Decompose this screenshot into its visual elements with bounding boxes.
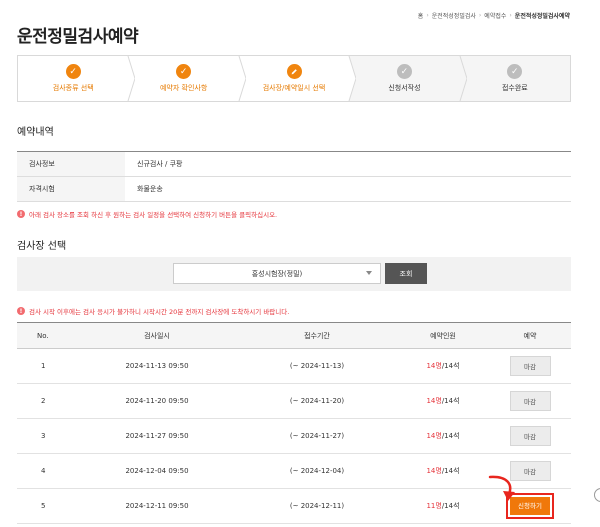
step-label: 검사종류 선택 — [52, 84, 94, 92]
step-2: ✓ 예약자 확인사항 — [128, 56, 246, 101]
table-header-row: No. 검사일시 접수기간 예약인원 예약 — [17, 322, 571, 349]
col-header-action: 예약 — [489, 322, 571, 349]
alert-icon: ! — [17, 307, 25, 315]
cell-booked: 14명/14석 — [397, 453, 489, 489]
step-divider-icon — [231, 56, 246, 101]
curved-arrow-icon — [488, 475, 515, 501]
row-key: 검사정보 — [17, 151, 125, 177]
step-1: ✓ 검사종류 선택 — [18, 56, 136, 101]
breadcrumb-separator-icon: › — [478, 12, 482, 19]
breadcrumb-current: 운전적성정밀검사예약 — [514, 13, 570, 20]
cell-booked: 11명/14석 — [397, 488, 489, 524]
capacity: /14석 — [441, 432, 460, 440]
booked-count: 14명 — [426, 432, 442, 440]
cell-action: 마감 — [489, 383, 571, 419]
floating-circle-icon[interactable] — [594, 488, 600, 502]
site-notice: ! 검사 시작 이후에는 검사 응시가 불가하니 시작시간 20분 전까지 검사… — [17, 306, 289, 316]
capacity: /14석 — [441, 362, 460, 370]
check-icon: ✓ — [396, 64, 412, 79]
col-header-period: 접수기간 — [237, 322, 397, 349]
closed-button[interactable]: 마감 — [509, 426, 551, 446]
table-row: 3 2024-11-27 09:50 (~ 2024-11-27) 14명/14… — [17, 418, 571, 454]
table-row: 2 2024-11-20 09:50 (~ 2024-11-20) 14명/14… — [17, 383, 571, 419]
cell-action: 마감 — [489, 348, 571, 384]
site-section-title: 검사장 선택 — [17, 241, 67, 252]
breadcrumb-item[interactable]: 예약접수 — [484, 11, 506, 20]
page-title: 운전정밀검사예약 — [17, 27, 139, 47]
progress-steps: ✓ 검사종류 선택 ✓ 예약자 확인사항 검사장/예약일시 선택 ✓ 신청서작성… — [17, 55, 571, 102]
step-divider-icon — [121, 56, 136, 101]
table-row: 1 2024-11-13 09:50 (~ 2024-11-13) 14명/14… — [17, 348, 571, 384]
cell-period: (~ 2024-11-13) — [237, 348, 397, 384]
cell-booked: 14명/14석 — [397, 348, 489, 384]
step-label: 예약자 확인사항 — [159, 84, 208, 92]
booked-count: 14명 — [426, 467, 442, 475]
check-icon: ✓ — [65, 64, 81, 79]
step-label: 접수완료 — [501, 84, 528, 92]
cell-datetime: 2024-12-11 09:50 — [77, 488, 237, 524]
check-icon: ✓ — [507, 64, 523, 79]
booked-count: 11명 — [426, 502, 442, 510]
notice-text: 아래 검사 장소를 조회 하신 후 원하는 검사 일정을 선택하여 신청하기 버… — [29, 211, 278, 219]
step-3: 검사장/예약일시 선택 — [238, 56, 357, 101]
breadcrumb-separator-icon: › — [426, 12, 429, 19]
notice-text: 검사 시작 이후에는 검사 응시가 불가하니 시작시간 20분 전까지 검사장에… — [29, 308, 290, 316]
cell-datetime: 2024-11-27 09:50 — [77, 418, 237, 454]
booked-count: 14명 — [426, 362, 442, 370]
reservation-table: 검사정보 신규검사 / 쿠팡 자격시험 화물운송 — [17, 151, 571, 202]
site-select-value: 홍성시험장(정밀) — [251, 269, 303, 278]
cell-no: 4 — [17, 453, 77, 489]
step-divider-icon — [342, 56, 357, 101]
table-row: 자격시험 화물운송 — [17, 176, 571, 202]
cell-no: 5 — [17, 488, 77, 524]
cell-booked: 14명/14석 — [397, 383, 489, 419]
cell-no: 1 — [17, 348, 77, 384]
breadcrumb: 홈 › 운전적성정밀검사 › 예약접수 › 운전적성정밀검사예약 — [418, 11, 570, 20]
row-value: 화물운송 — [125, 176, 571, 202]
cell-period: (~ 2024-12-11) — [237, 488, 397, 524]
row-key: 자격시험 — [17, 176, 125, 202]
cell-period: (~ 2024-12-04) — [237, 453, 397, 489]
col-header-datetime: 검사일시 — [77, 322, 237, 349]
closed-button[interactable]: 마감 — [509, 356, 551, 376]
step-label: 검사장/예약일시 선택 — [262, 84, 326, 92]
breadcrumb-item[interactable]: 운전적성정밀검사 — [432, 11, 476, 20]
cell-datetime: 2024-12-04 09:50 — [77, 453, 237, 489]
cell-booked: 14명/14석 — [397, 418, 489, 454]
cell-datetime: 2024-11-20 09:50 — [77, 383, 237, 419]
cell-no: 3 — [17, 418, 77, 454]
col-header-no: No. — [17, 322, 77, 349]
alert-icon: ! — [17, 210, 25, 218]
pencil-icon — [286, 64, 302, 79]
breadcrumb-separator-icon: › — [509, 12, 512, 19]
step-4: ✓ 신청서작성 — [349, 56, 467, 101]
table-row: 검사정보 신규검사 / 쿠팡 — [17, 151, 571, 177]
step-label: 신청서작성 — [388, 84, 421, 92]
site-select[interactable]: 홍성시험장(정밀) — [173, 263, 381, 284]
capacity: /14석 — [441, 397, 460, 405]
capacity: /14석 — [441, 502, 460, 510]
cell-no: 2 — [17, 383, 77, 419]
col-header-booked: 예약인원 — [397, 322, 489, 349]
closed-button[interactable]: 마감 — [509, 391, 551, 411]
check-icon: ✓ — [176, 64, 192, 79]
cell-period: (~ 2024-11-27) — [237, 418, 397, 454]
search-bar: 홍성시험장(정밀) 조회 — [17, 257, 571, 291]
capacity: /14석 — [441, 467, 460, 475]
search-button[interactable]: 조회 — [385, 263, 427, 284]
chevron-down-icon — [366, 271, 372, 275]
reservation-notice: ! 아래 검사 장소를 조회 하신 후 원하는 검사 일정을 선택하여 신청하기… — [17, 209, 277, 219]
reservation-section-title: 예약내역 — [17, 127, 54, 138]
cell-datetime: 2024-11-13 09:50 — [77, 348, 237, 384]
cell-period: (~ 2024-11-20) — [237, 383, 397, 419]
step-divider-icon — [452, 56, 467, 101]
booked-count: 14명 — [426, 397, 442, 405]
row-value: 신규검사 / 쿠팡 — [125, 151, 571, 177]
cell-action: 마감 — [489, 418, 571, 454]
step-5: ✓ 접수완료 — [460, 56, 570, 101]
breadcrumb-home[interactable]: 홈 — [418, 11, 424, 20]
